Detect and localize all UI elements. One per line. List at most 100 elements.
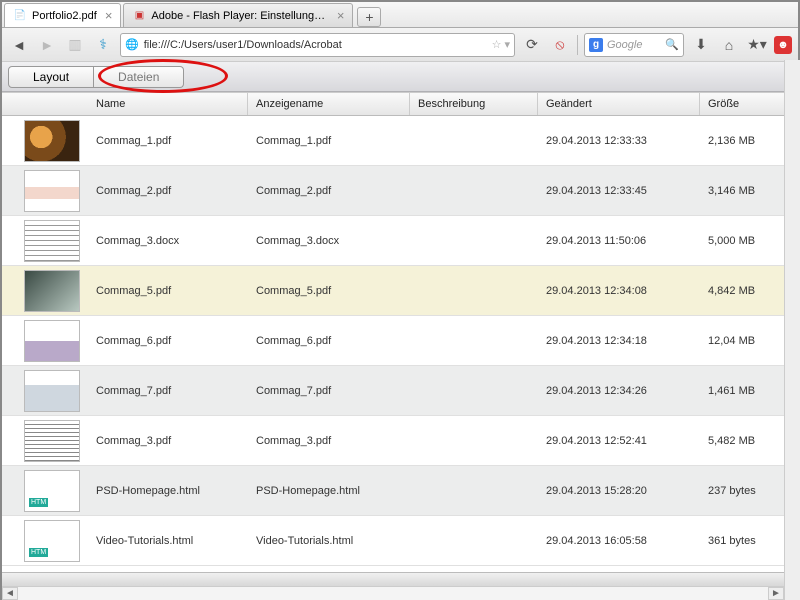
tab-layout[interactable]: Layout: [8, 66, 94, 88]
thumbnail: [24, 270, 80, 312]
cell-description: [410, 487, 538, 495]
browser-tab-bar: 📄 Portfolio2.pdf × ▣ Adobe - Flash Playe…: [2, 2, 798, 28]
cell-modified: 29.04.2013 12:33:33: [538, 131, 700, 151]
horizontal-scrollbar[interactable]: ◄ ►: [2, 586, 784, 600]
close-icon[interactable]: ×: [337, 8, 345, 23]
table-row[interactable]: Video-Tutorials.htmlVideo-Tutorials.html…: [2, 516, 798, 566]
tab-files[interactable]: Dateien: [94, 66, 184, 88]
cell-description: [410, 187, 538, 195]
history-icon[interactable]: ▥: [64, 34, 86, 56]
cell-display: Commag_1.pdf: [248, 131, 410, 151]
cell-description: [410, 287, 538, 295]
bookmarks-button[interactable]: ★▾: [746, 34, 768, 56]
home-button[interactable]: ⌂: [718, 34, 740, 56]
thumbnail: [24, 320, 80, 362]
cell-description: [410, 237, 538, 245]
cell-display: Commag_3.docx: [248, 231, 410, 251]
tab-title: Portfolio2.pdf: [32, 10, 97, 22]
search-placeholder: Google: [607, 39, 642, 51]
cell-description: [410, 337, 538, 345]
cell-display: Commag_6.pdf: [248, 331, 410, 351]
thumbnail: [24, 220, 80, 262]
table-row[interactable]: Commag_1.pdfCommag_1.pdf 29.04.2013 12:33…: [2, 116, 798, 166]
healthreport-icon[interactable]: ⚕: [92, 34, 114, 56]
col-thumb[interactable]: [2, 93, 88, 115]
scroll-track[interactable]: [18, 587, 768, 600]
thumbnail: [24, 120, 80, 162]
thumbnail: [24, 470, 80, 512]
cell-display: Commag_7.pdf: [248, 381, 410, 401]
table-row[interactable]: Commag_7.pdfCommag_7.pdf 29.04.2013 12:34…: [2, 366, 798, 416]
cell-name: Commag_3.pdf: [88, 431, 248, 451]
cell-modified: 29.04.2013 12:52:41: [538, 431, 700, 451]
col-modified[interactable]: Geändert: [538, 93, 700, 115]
browser-tab-active[interactable]: 📄 Portfolio2.pdf ×: [4, 3, 121, 27]
cell-name: Commag_7.pdf: [88, 381, 248, 401]
browser-tab-inactive[interactable]: ▣ Adobe - Flash Player: Einstellungsma..…: [123, 3, 353, 27]
pdf-icon: 📄: [13, 9, 27, 23]
search-input[interactable]: g Google 🔍: [584, 33, 684, 57]
table-row[interactable]: Commag_3.docxCommag_3.docx 29.04.2013 11:…: [2, 216, 798, 266]
col-display[interactable]: Anzeigename: [248, 93, 410, 115]
cell-name: Commag_5.pdf: [88, 281, 248, 301]
table-row[interactable]: Commag_2.pdfCommag_2.pdf 29.04.2013 12:33…: [2, 166, 798, 216]
url-text: file:///C:/Users/user1/Downloads/Acrobat: [144, 39, 342, 51]
cell-modified: 29.04.2013 12:34:18: [538, 331, 700, 351]
grid-header: Name Anzeigename Beschreibung Geändert G…: [2, 92, 798, 116]
cell-description: [410, 437, 538, 445]
thumbnail: [24, 370, 80, 412]
table-row[interactable]: Commag_5.pdfCommag_5.pdf 29.04.2013 12:34…: [2, 266, 798, 316]
cell-modified: 29.04.2013 12:34:08: [538, 281, 700, 301]
cell-modified: 29.04.2013 11:50:06: [538, 231, 700, 251]
url-input[interactable]: 🌐 file:///C:/Users/user1/Downloads/Acrob…: [120, 33, 515, 57]
scroll-left-icon[interactable]: ◄: [2, 587, 18, 600]
cell-display: Video-Tutorials.html: [248, 531, 410, 551]
portfolio-tabs: Layout Dateien: [2, 62, 798, 92]
cell-description: [410, 387, 538, 395]
forward-button[interactable]: ►: [36, 34, 58, 56]
noscript-icon[interactable]: ⦸: [549, 34, 571, 56]
vertical-scrollbar[interactable]: [784, 60, 800, 600]
cell-modified: 29.04.2013 12:33:45: [538, 181, 700, 201]
status-bar: [2, 572, 784, 586]
cell-modified: 29.04.2013 12:34:26: [538, 381, 700, 401]
flash-icon: ▣: [132, 9, 146, 23]
cell-name: PSD-Homepage.html: [88, 481, 248, 501]
cell-display: Commag_2.pdf: [248, 181, 410, 201]
cell-display: PSD-Homepage.html: [248, 481, 410, 501]
reload-button[interactable]: ⟳: [521, 34, 543, 56]
col-name[interactable]: Name: [88, 93, 248, 115]
cell-description: [410, 137, 538, 145]
table-row[interactable]: Commag_6.pdfCommag_6.pdf 29.04.2013 12:34…: [2, 316, 798, 366]
file-list: Commag_1.pdfCommag_1.pdf 29.04.2013 12:33…: [2, 116, 798, 586]
adblock-icon[interactable]: ☻: [774, 36, 792, 54]
cell-description: [410, 537, 538, 545]
thumbnail: [24, 520, 80, 562]
thumbnail: [24, 170, 80, 212]
back-button[interactable]: ◄: [8, 34, 30, 56]
star-icon[interactable]: ☆: [492, 38, 502, 51]
globe-icon: 🌐: [125, 38, 139, 51]
cell-name: Commag_1.pdf: [88, 131, 248, 151]
cell-name: Commag_2.pdf: [88, 181, 248, 201]
cell-display: Commag_5.pdf: [248, 281, 410, 301]
cell-name: Video-Tutorials.html: [88, 531, 248, 551]
thumbnail: [24, 420, 80, 462]
search-icon[interactable]: 🔍: [665, 38, 679, 51]
cell-name: Commag_3.docx: [88, 231, 248, 251]
browser-toolbar: ◄ ► ▥ ⚕ 🌐 file:///C:/Users/user1/Downloa…: [2, 28, 798, 62]
cell-name: Commag_6.pdf: [88, 331, 248, 351]
close-icon[interactable]: ×: [105, 8, 113, 23]
dropdown-icon[interactable]: ▾: [504, 38, 510, 51]
table-row[interactable]: Commag_3.pdfCommag_3.pdf 29.04.2013 12:52…: [2, 416, 798, 466]
col-description[interactable]: Beschreibung: [410, 93, 538, 115]
new-tab-button[interactable]: +: [357, 7, 381, 27]
downloads-button[interactable]: ⬇: [690, 34, 712, 56]
cell-modified: 29.04.2013 15:28:20: [538, 481, 700, 501]
cell-display: Commag_3.pdf: [248, 431, 410, 451]
table-row[interactable]: PSD-Homepage.htmlPSD-Homepage.html 29.04.…: [2, 466, 798, 516]
google-icon: g: [589, 38, 603, 52]
scroll-right-icon[interactable]: ►: [768, 587, 784, 600]
tab-title: Adobe - Flash Player: Einstellungsma...: [151, 10, 328, 22]
cell-modified: 29.04.2013 16:05:58: [538, 531, 700, 551]
